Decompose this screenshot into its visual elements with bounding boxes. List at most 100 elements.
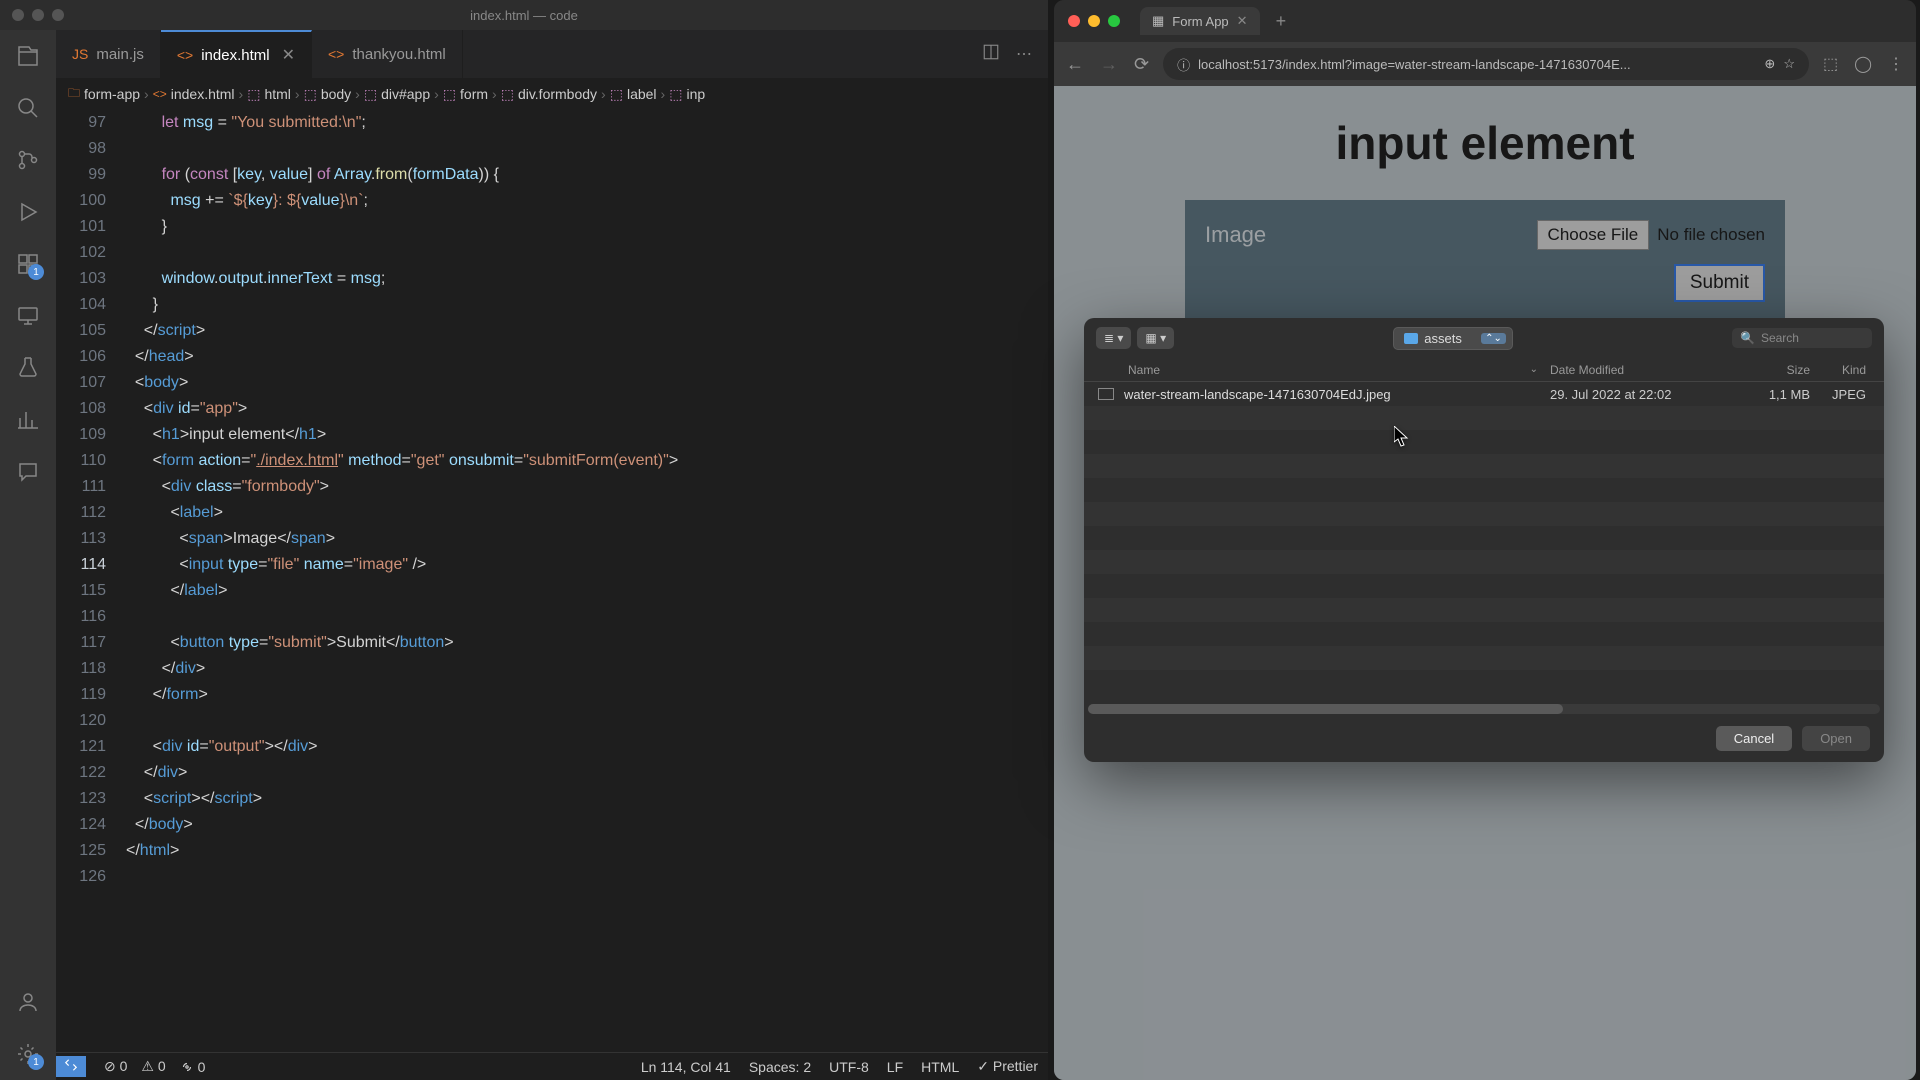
- source-control-icon[interactable]: [14, 146, 42, 174]
- reload-icon[interactable]: ⟳: [1134, 54, 1149, 75]
- statusbar: ⊘ 0 ⚠ 0 0 Ln 114, Col 41 Spaces: 2 UTF-8…: [56, 1052, 1048, 1080]
- errors-count[interactable]: ⊘ 0: [104, 1058, 127, 1075]
- warnings-count[interactable]: ⚠ 0: [141, 1058, 165, 1075]
- encoding[interactable]: UTF-8: [829, 1059, 869, 1075]
- col-name[interactable]: Name: [1098, 363, 1530, 377]
- file-icon: <>: [177, 47, 193, 63]
- symbol-icon: ⬚: [669, 86, 682, 103]
- indent[interactable]: Spaces: 2: [749, 1059, 811, 1075]
- list-view-icon[interactable]: ≣ ▾: [1096, 327, 1131, 349]
- breadcrumb-item[interactable]: ⬚ inp: [669, 86, 705, 103]
- run-debug-icon[interactable]: [14, 198, 42, 226]
- breadcrumb-item[interactable]: ⬚ form: [443, 86, 488, 103]
- filepicker-columns[interactable]: Name ⌄ Date Modified Size Kind: [1084, 358, 1884, 382]
- search-placeholder: Search: [1761, 331, 1799, 345]
- menu-icon[interactable]: ⋮: [1888, 54, 1904, 74]
- breadcrumb-item[interactable]: 🗀form-app: [68, 84, 140, 105]
- col-kind[interactable]: Kind: [1810, 363, 1870, 377]
- language[interactable]: HTML: [921, 1059, 959, 1075]
- settings-badge: 1: [28, 1054, 44, 1070]
- tab-label: index.html: [201, 47, 269, 64]
- maximize-icon[interactable]: [1108, 15, 1120, 27]
- cancel-button[interactable]: Cancel: [1716, 726, 1792, 751]
- extensions-icon[interactable]: 1: [14, 250, 42, 278]
- cursor-position[interactable]: Ln 114, Col 41: [641, 1059, 731, 1075]
- vscode-body: 1 1 JSmain.js<>index.html✕<>thankyou.htm…: [0, 30, 1048, 1080]
- filepicker-footer: Cancel Open: [1084, 714, 1884, 762]
- breadcrumb[interactable]: 🗀form-app›<>index.html›⬚ html›⬚ body›⬚ d…: [56, 78, 1048, 110]
- editor-tabs: JSmain.js <> index.html ✕ <>thankyou.html ⋯: [56, 30, 1048, 78]
- col-size[interactable]: Size: [1730, 363, 1810, 377]
- folder-dropdown[interactable]: assets ⌃⌄: [1393, 327, 1513, 350]
- search-icon[interactable]: [14, 94, 42, 122]
- group-view-icon[interactable]: ▦ ▾: [1137, 327, 1174, 349]
- remote-icon[interactable]: [14, 302, 42, 330]
- bookmark-icon[interactable]: ☆: [1783, 56, 1795, 72]
- info-icon[interactable]: ⓘ: [1177, 55, 1190, 74]
- symbol-icon: ⬚: [364, 86, 377, 103]
- file-list: water-stream-landscape-1471630704EdJ.jpe…: [1084, 382, 1884, 704]
- back-icon[interactable]: ←: [1066, 54, 1084, 75]
- search-input[interactable]: 🔍 Search: [1732, 328, 1872, 348]
- minimize-icon[interactable]: [1088, 15, 1100, 27]
- chevron-updown-icon: ⌃⌄: [1481, 333, 1506, 344]
- download-icon[interactable]: ⬚: [1823, 54, 1838, 74]
- activity-bar: 1 1: [0, 30, 56, 1080]
- forward-icon[interactable]: →: [1100, 54, 1118, 75]
- maximize-icon[interactable]: [52, 9, 64, 21]
- code-editor[interactable]: 9798991001011021031041051061071081091101…: [56, 110, 1048, 1052]
- search-icon: 🔍: [1740, 331, 1755, 345]
- account-icon[interactable]: [14, 988, 42, 1016]
- tab-close-icon[interactable]: ✕: [1237, 13, 1248, 29]
- file-row[interactable]: water-stream-landscape-1471630704EdJ.jpe…: [1084, 382, 1884, 406]
- extensions-badge: 1: [28, 264, 44, 280]
- col-date[interactable]: Date Modified: [1550, 363, 1730, 377]
- test-icon[interactable]: [14, 354, 42, 382]
- chart-icon[interactable]: [14, 406, 42, 434]
- settings-icon[interactable]: 1: [14, 1040, 42, 1068]
- breadcrumb-item[interactable]: ⬚ label: [610, 86, 657, 103]
- editor-tab[interactable]: JSmain.js: [56, 30, 161, 78]
- more-icon[interactable]: ⋯: [1016, 44, 1032, 64]
- tabs-actions: ⋯: [982, 30, 1048, 78]
- ports-count[interactable]: 0: [180, 1059, 206, 1075]
- profile-icon[interactable]: ◯: [1854, 54, 1872, 74]
- file-picker-dialog: ≣ ▾ ▦ ▾ assets ⌃⌄ 🔍 Search Name ⌄ Date M…: [1084, 318, 1884, 762]
- symbol-icon: ⬚: [610, 86, 623, 103]
- breadcrumb-item[interactable]: <>index.html: [153, 86, 235, 102]
- scrollbar-thumb[interactable]: [1088, 704, 1563, 714]
- comment-icon[interactable]: [14, 458, 42, 486]
- tab-label: thankyou.html: [352, 46, 445, 63]
- minimize-icon[interactable]: [32, 9, 44, 21]
- close-icon[interactable]: [1068, 15, 1080, 27]
- code-lines[interactable]: let msg = "You submitted:\n"; for (const…: [126, 110, 1048, 1052]
- scrollbar[interactable]: [1088, 704, 1880, 714]
- close-icon[interactable]: [12, 9, 24, 21]
- breadcrumb-item[interactable]: ⬚ body: [304, 86, 352, 103]
- tab-title: Form App: [1172, 14, 1228, 29]
- breadcrumb-item[interactable]: ⬚ html: [247, 86, 291, 103]
- vscode-titlebar: index.html — code: [0, 0, 1048, 30]
- breadcrumb-item[interactable]: ⬚ div.formbody: [501, 86, 597, 103]
- remote-indicator[interactable]: [56, 1056, 86, 1077]
- url-text: localhost:5173/index.html?image=water-st…: [1198, 57, 1631, 72]
- browser-tab[interactable]: ▦ Form App ✕: [1140, 7, 1260, 35]
- window-title: index.html — code: [470, 8, 578, 23]
- split-editor-icon[interactable]: [982, 43, 1000, 66]
- tab-close-icon[interactable]: ✕: [282, 45, 295, 65]
- editor-tab[interactable]: <>thankyou.html: [312, 30, 463, 78]
- search-in-page-icon[interactable]: ⊕: [1764, 56, 1775, 72]
- file-icon: <>: [153, 87, 167, 101]
- breadcrumb-item[interactable]: ⬚ div#app: [364, 86, 430, 103]
- explorer-icon[interactable]: [14, 42, 42, 70]
- new-tab-icon[interactable]: +: [1276, 11, 1287, 32]
- open-button[interactable]: Open: [1802, 726, 1870, 751]
- editor-area: JSmain.js<>index.html✕<>thankyou.html ⋯ …: [56, 30, 1048, 1080]
- editor-tab[interactable]: <> index.html ✕: [161, 30, 312, 78]
- file-icon: 🗀: [68, 84, 80, 105]
- eol[interactable]: LF: [887, 1059, 903, 1075]
- url-bar[interactable]: ⓘ localhost:5173/index.html?image=water-…: [1163, 48, 1809, 80]
- prettier[interactable]: ✓ Prettier: [977, 1058, 1038, 1075]
- tab-favicon-icon: ▦: [1152, 13, 1164, 29]
- symbol-icon: ⬚: [247, 86, 260, 103]
